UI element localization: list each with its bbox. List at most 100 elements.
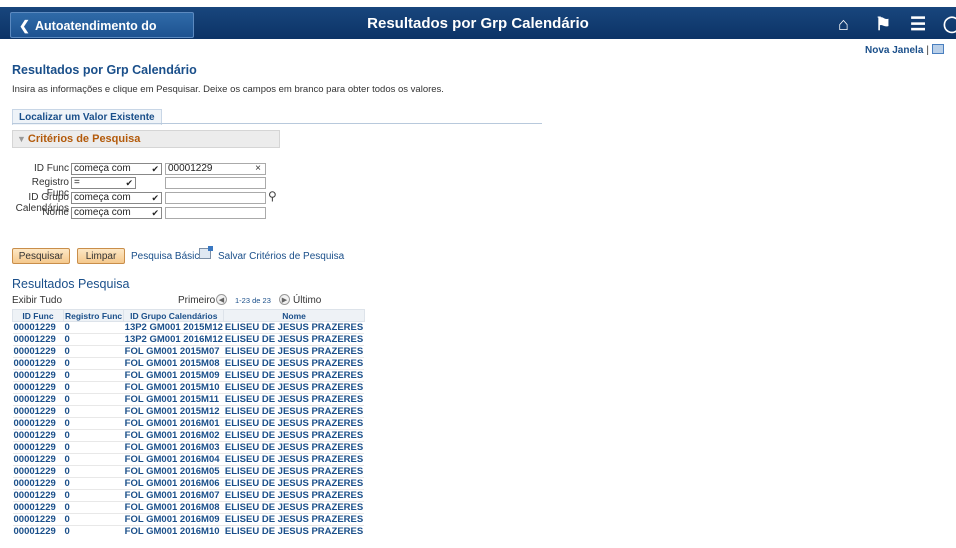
table-row[interactable]: 00001229 0 FOL GM001 2015M07 ELISEU DE JESU… bbox=[12, 345, 365, 358]
registro-func-operator-select[interactable]: = ✔ bbox=[71, 177, 136, 189]
table-cell[interactable]: 0 bbox=[63, 513, 124, 526]
table-cell[interactable]: ELISEU DE JESUS PRAZERES bbox=[223, 489, 365, 502]
table-cell[interactable]: 0 bbox=[63, 489, 124, 502]
table-cell[interactable]: FOL GM001 2016M05 bbox=[123, 465, 224, 478]
table-cell[interactable]: ELISEU DE JESUS PRAZERES bbox=[223, 429, 365, 442]
table-cell[interactable]: ELISEU DE JESUS PRAZERES bbox=[223, 525, 365, 537]
next-icon[interactable]: ▶ bbox=[279, 294, 290, 305]
table-cell[interactable]: 00001229 bbox=[12, 489, 64, 502]
table-cell[interactable]: 0 bbox=[63, 381, 124, 394]
table-row[interactable]: 00001229 0 FOL GM001 2016M06 ELISEU DE JESU… bbox=[12, 477, 365, 490]
table-row[interactable]: 00001229 0 FOL GM001 2016M10 ELISEU DE JESU… bbox=[12, 525, 365, 537]
table-cell[interactable]: FOL GM001 2016M08 bbox=[123, 501, 224, 514]
table-cell[interactable]: 0 bbox=[63, 393, 124, 406]
home-icon[interactable]: ⌂ bbox=[838, 14, 849, 35]
table-row[interactable]: 00001229 0 FOL GM001 2016M02 ELISEU DE JESU… bbox=[12, 429, 365, 442]
last-link[interactable]: Último bbox=[293, 295, 321, 306]
table-cell[interactable]: ELISEU DE JESUS PRAZERES bbox=[223, 465, 365, 478]
clear-button[interactable]: Limpar bbox=[77, 248, 125, 264]
table-cell[interactable]: 0 bbox=[63, 477, 124, 490]
new-window-link[interactable]: Nova Janela bbox=[865, 45, 923, 56]
table-cell[interactable]: 0 bbox=[63, 345, 124, 358]
previous-icon[interactable]: ◀ bbox=[216, 294, 227, 305]
window-icon[interactable] bbox=[932, 44, 944, 54]
navbar-icon[interactable]: ◯ bbox=[943, 14, 956, 34]
table-cell[interactable]: FOL GM001 2015M11 bbox=[123, 393, 224, 406]
table-cell[interactable]: ELISEU DE JESUS PRAZERES bbox=[223, 345, 365, 358]
table-cell[interactable]: FOL GM001 2016M01 bbox=[123, 417, 224, 430]
id-grupo-input[interactable] bbox=[165, 192, 266, 204]
table-cell[interactable]: ELISEU DE JESUS PRAZERES bbox=[223, 453, 365, 466]
table-cell[interactable]: 0 bbox=[63, 525, 124, 537]
table-cell[interactable]: ELISEU DE JESUS PRAZERES bbox=[223, 393, 365, 406]
table-row[interactable]: 00001229 0 13P2 GM001 2016M12 ELISEU DE JES… bbox=[12, 333, 365, 346]
clear-icon[interactable]: × bbox=[255, 164, 261, 174]
table-cell[interactable]: ELISEU DE JESUS PRAZERES bbox=[223, 477, 365, 490]
table-cell[interactable]: ELISEU DE JESUS PRAZERES bbox=[223, 405, 365, 418]
table-cell[interactable]: FOL GM001 2016M07 bbox=[123, 489, 224, 502]
table-cell[interactable]: FOL GM001 2015M09 bbox=[123, 369, 224, 382]
column-header[interactable]: Registro Func bbox=[62, 309, 125, 322]
table-cell[interactable]: 0 bbox=[63, 441, 124, 454]
table-cell[interactable]: 00001229 bbox=[12, 345, 64, 358]
table-cell[interactable]: 0 bbox=[63, 333, 124, 346]
table-cell[interactable]: ELISEU DE JESUS PRAZERES bbox=[223, 321, 365, 334]
table-cell[interactable]: 13P2 GM001 2016M12 bbox=[123, 333, 224, 346]
nome-operator-select[interactable]: começa com ✔ bbox=[71, 207, 162, 219]
table-cell[interactable]: FOL GM001 2015M08 bbox=[123, 357, 224, 370]
table-row[interactable]: 00001229 0 FOL GM001 2015M08 ELISEU DE JESU… bbox=[12, 357, 365, 370]
table-cell[interactable]: 00001229 bbox=[12, 453, 64, 466]
table-cell[interactable]: FOL GM001 2016M09 bbox=[123, 513, 224, 526]
table-row[interactable]: 00001229 0 FOL GM001 2016M03 ELISEU DE JESU… bbox=[12, 441, 365, 454]
show-all-link[interactable]: Exibir Tudo bbox=[12, 295, 62, 306]
table-cell[interactable]: FOL GM001 2016M06 bbox=[123, 477, 224, 490]
table-cell[interactable]: FOL GM001 2015M10 bbox=[123, 381, 224, 394]
table-cell[interactable]: 00001229 bbox=[12, 441, 64, 454]
table-cell[interactable]: FOL GM001 2015M07 bbox=[123, 345, 224, 358]
table-cell[interactable]: ELISEU DE JESUS PRAZERES bbox=[223, 513, 365, 526]
column-header[interactable]: Nome bbox=[223, 309, 365, 322]
table-cell[interactable]: FOL GM001 2015M12 bbox=[123, 405, 224, 418]
table-row[interactable]: 00001229 0 FOL GM001 2015M11 ELISEU DE JESU… bbox=[12, 393, 365, 406]
table-cell[interactable]: ELISEU DE JESUS PRAZERES bbox=[223, 417, 365, 430]
id-func-operator-select[interactable]: começa com ✔ bbox=[71, 163, 162, 175]
table-row[interactable]: 00001229 0 13P2 GM001 2015M12 ELISEU DE JES… bbox=[12, 321, 365, 334]
table-row[interactable]: 00001229 0 FOL GM001 2016M07 ELISEU DE JESU… bbox=[12, 489, 365, 502]
table-cell[interactable]: 00001229 bbox=[12, 369, 64, 382]
table-cell[interactable]: 0 bbox=[63, 417, 124, 430]
table-cell[interactable]: 00001229 bbox=[12, 405, 64, 418]
table-cell[interactable]: FOL GM001 2016M03 bbox=[123, 441, 224, 454]
menu-icon[interactable]: ☰ bbox=[910, 14, 926, 35]
table-cell[interactable]: 0 bbox=[63, 357, 124, 370]
table-cell[interactable]: 00001229 bbox=[12, 357, 64, 370]
table-cell[interactable]: 0 bbox=[63, 369, 124, 382]
table-row[interactable]: 00001229 0 FOL GM001 2015M12 ELISEU DE JESU… bbox=[12, 405, 365, 418]
table-cell[interactable]: FOL GM001 2016M02 bbox=[123, 429, 224, 442]
basic-search-link[interactable]: Pesquisa Básica bbox=[131, 251, 205, 262]
table-cell[interactable]: FOL GM001 2016M10 bbox=[123, 525, 224, 537]
nome-input[interactable] bbox=[165, 207, 266, 219]
table-cell[interactable]: 13P2 GM001 2015M12 bbox=[123, 321, 224, 334]
search-criteria-header[interactable]: ▼ Critérios de Pesquisa bbox=[12, 130, 280, 148]
table-row[interactable]: 00001229 0 FOL GM001 2015M09 ELISEU DE JESU… bbox=[12, 369, 365, 382]
table-cell[interactable]: 00001229 bbox=[12, 477, 64, 490]
table-cell[interactable]: 00001229 bbox=[12, 381, 64, 394]
table-cell[interactable]: 00001229 bbox=[12, 513, 64, 526]
table-cell[interactable]: 00001229 bbox=[12, 429, 64, 442]
id-grupo-operator-select[interactable]: começa com ✔ bbox=[71, 192, 162, 204]
table-cell[interactable]: 00001229 bbox=[12, 333, 64, 346]
save-criteria-icon[interactable] bbox=[199, 246, 213, 259]
table-cell[interactable]: ELISEU DE JESUS PRAZERES bbox=[223, 357, 365, 370]
table-cell[interactable]: 00001229 bbox=[12, 321, 64, 334]
table-cell[interactable]: 0 bbox=[63, 453, 124, 466]
column-header[interactable]: ID Func bbox=[12, 309, 64, 322]
flag-icon[interactable]: ⚑ bbox=[875, 14, 891, 35]
table-cell[interactable]: ELISEU DE JESUS PRAZERES bbox=[223, 369, 365, 382]
table-cell[interactable]: 0 bbox=[63, 405, 124, 418]
table-cell[interactable]: ELISEU DE JESUS PRAZERES bbox=[223, 441, 365, 454]
id-func-input[interactable]: 00001229 × bbox=[165, 163, 266, 175]
table-cell[interactable]: 00001229 bbox=[12, 417, 64, 430]
table-cell[interactable]: 00001229 bbox=[12, 525, 64, 537]
first-link[interactable]: Primeiro bbox=[178, 295, 215, 306]
table-cell[interactable]: 0 bbox=[63, 465, 124, 478]
